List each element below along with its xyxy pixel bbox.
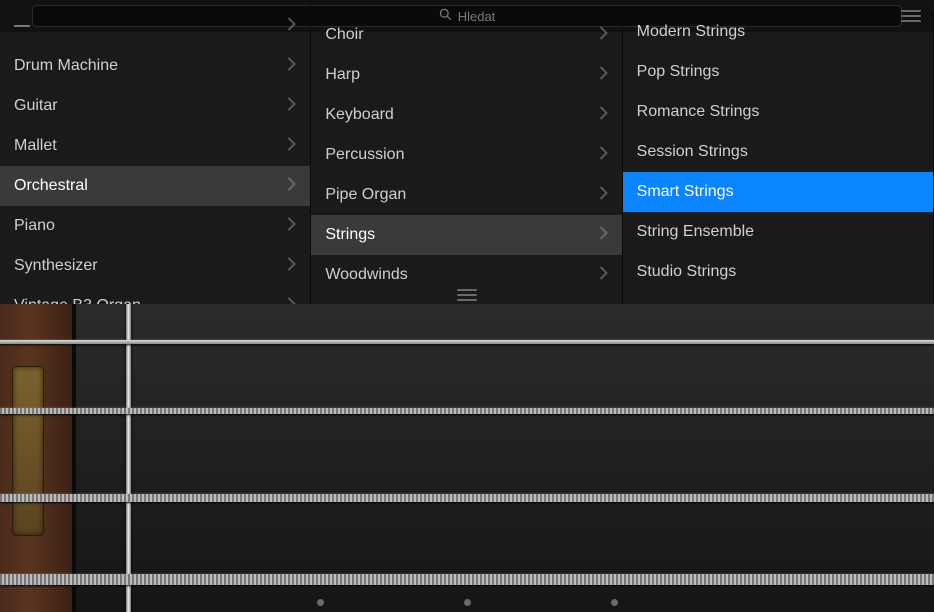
tuning-plate [12,366,44,536]
list-item[interactable]: — [0,6,310,46]
browser-column-2: Choir Harp Keyboard Percussion Pipe Organ Str… [311,15,622,304]
list-item[interactable]: Piano [0,206,310,246]
browser-column-3: Modern Strings Pop Strings Romance Strings… [623,12,934,304]
list-item[interactable]: Romance Strings [623,92,933,132]
list-item[interactable]: Mallet [0,126,310,166]
list-item[interactable]: Orchestral [0,166,310,206]
instrument-view[interactable] [0,304,934,612]
list-item[interactable]: Harp [311,55,621,95]
list-item-label: Romance Strings [637,103,760,121]
list-item[interactable]: Percussion [311,135,621,175]
list-item-label: Pop Strings [637,63,720,81]
page-indicator[interactable] [0,599,934,606]
list-item-label: Mallet [14,137,57,155]
list-item-label: Keyboard [325,106,394,124]
string-4[interactable] [0,574,934,585]
list-item-label: Orchestral [14,177,88,195]
list-item-label: — [14,17,30,35]
browser-resize-handle[interactable] [440,286,494,304]
chevron-right-icon [599,106,608,125]
page-dot[interactable] [464,599,471,606]
list-item-label: Choir [325,26,363,44]
grip-icon [457,289,477,301]
list-item-label: String Ensemble [637,223,754,241]
list-item[interactable]: Synthesizer [0,246,310,286]
list-item-label: Session Strings [637,143,748,161]
list-item[interactable]: Strings [311,215,621,255]
string-2[interactable] [0,408,934,414]
list-item[interactable]: Studio Strings [623,252,933,292]
chevron-right-icon [287,57,296,76]
list-item-label: Smart Strings [637,183,734,201]
list-item[interactable]: Pop Strings [623,52,933,92]
list-item[interactable]: Pipe Organ [311,175,621,215]
list-item-label: Woodwinds [325,266,407,284]
chevron-right-icon [287,17,296,36]
list-item-label: Studio Strings [637,263,737,281]
page-dot[interactable] [611,599,618,606]
instrument-neck [0,304,74,612]
list-item[interactable]: Keyboard [311,95,621,135]
list-item[interactable]: Modern Strings [623,12,933,52]
list-item[interactable]: Choir [311,15,621,55]
list-item[interactable]: Drum Machine [0,46,310,86]
list-item-label: Guitar [14,97,58,115]
chevron-right-icon [287,177,296,196]
list-item-label: Percussion [325,146,404,164]
list-item-label: Pipe Organ [325,186,406,204]
chevron-right-icon [599,226,608,245]
string-3[interactable] [0,494,934,502]
chevron-right-icon [599,26,608,45]
list-item[interactable]: Smart Strings [623,172,933,212]
list-item[interactable]: Session Strings [623,132,933,172]
list-item-label: Synthesizer [14,257,98,275]
chevron-right-icon [287,297,296,305]
chevron-right-icon [287,257,296,276]
list-item[interactable]: Guitar [0,86,310,126]
chevron-right-icon [287,97,296,116]
browser-column-1: ————Drum MachineGuitarMalletOrchestralPi… [0,0,311,304]
list-item-label: Vintage B3 Organ [14,297,141,304]
sound-browser: ————Drum MachineGuitarMalletOrchestralPi… [0,32,934,304]
chevron-right-icon [287,137,296,156]
list-item-label: Harp [325,66,360,84]
chevron-right-icon [599,146,608,165]
page-dot[interactable] [317,599,324,606]
list-item-label: Modern Strings [637,23,746,41]
string-1[interactable] [0,340,934,344]
list-item[interactable]: Vintage B3 Organ [0,286,310,304]
chevron-right-icon [599,266,608,285]
chevron-right-icon [599,66,608,85]
chevron-right-icon [599,186,608,205]
list-item[interactable]: String Ensemble [623,212,933,252]
list-item-label: Drum Machine [14,57,118,75]
list-item-label: Strings [325,226,375,244]
chevron-right-icon [287,217,296,236]
list-item-label: Piano [14,217,55,235]
fret-marker [126,304,131,612]
